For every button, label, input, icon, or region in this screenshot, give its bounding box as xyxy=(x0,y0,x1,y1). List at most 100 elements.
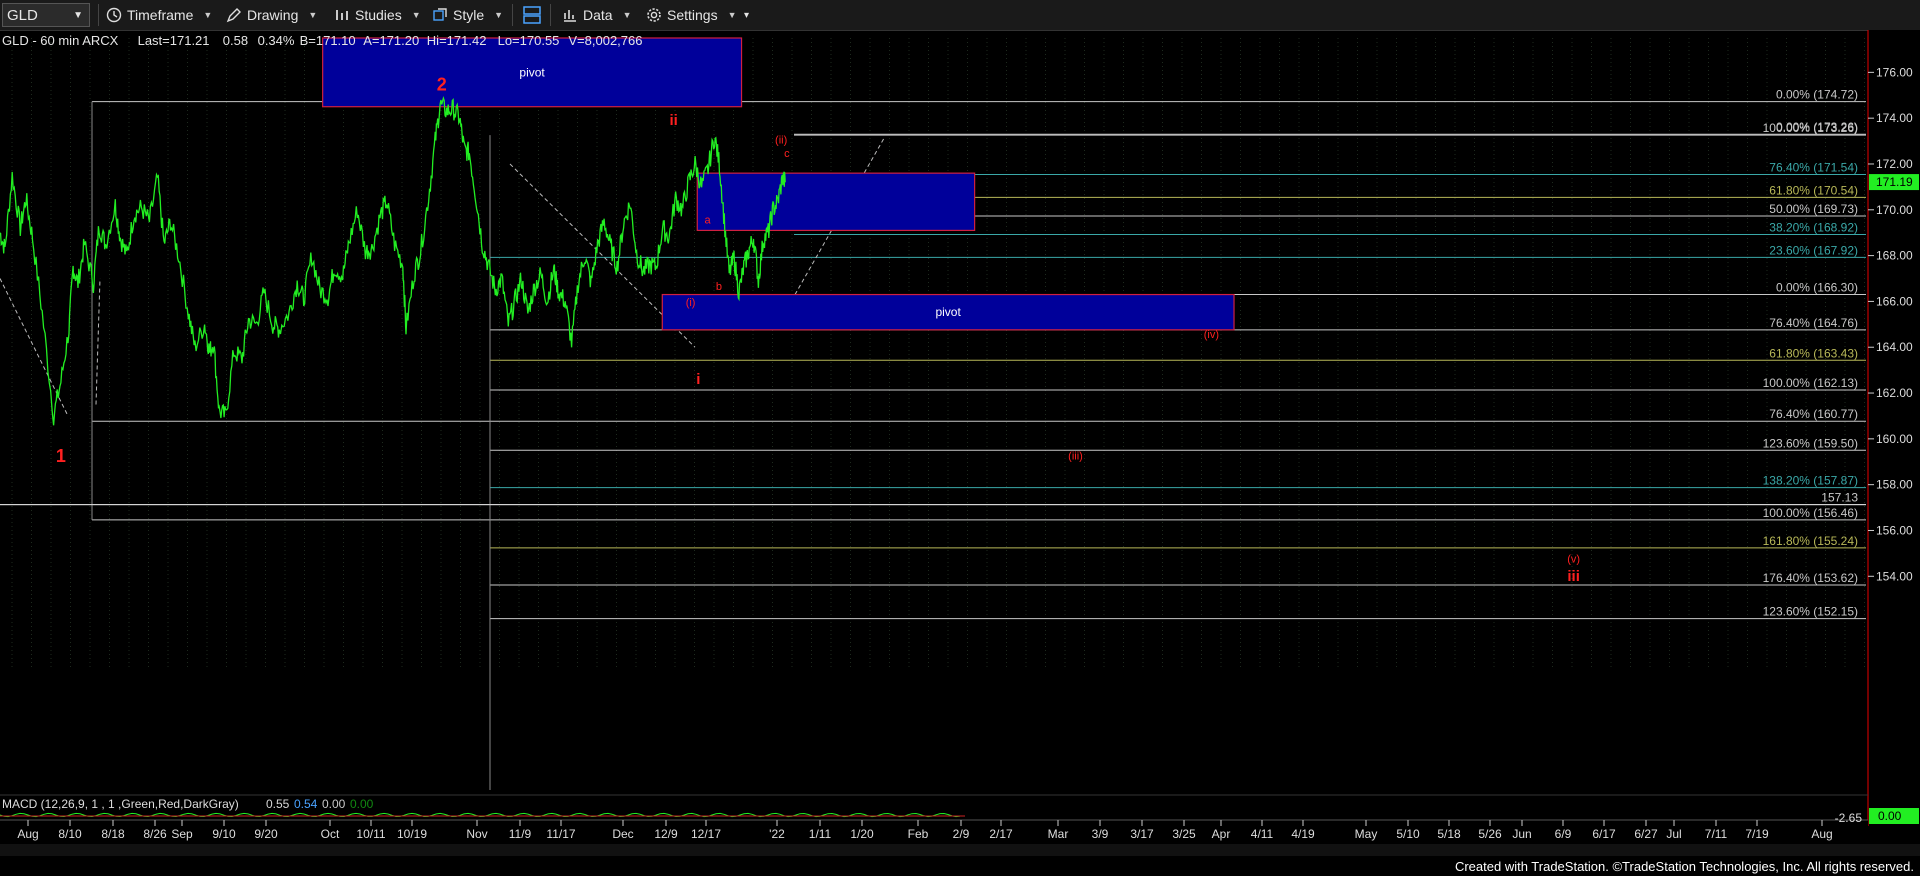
price-tick-label: 172.00 xyxy=(1876,157,1913,171)
macd-value: 0.55 xyxy=(266,797,290,811)
header-value: B=171.10 xyxy=(300,33,356,48)
price-tick-label: 174.00 xyxy=(1876,111,1913,125)
wave-label: (i) xyxy=(686,297,696,309)
fib-label: 123.60% (159.50) xyxy=(1763,436,1858,450)
time-tick-label: Jul xyxy=(1666,827,1681,841)
fib-label: 76.40% (171.54) xyxy=(1769,161,1858,175)
price-tick-label: 176.00 xyxy=(1876,65,1913,79)
fib-label: 157.13 xyxy=(1821,491,1858,505)
macd-low-label: -2.65 xyxy=(1835,811,1863,825)
time-tick-label: 7/11 xyxy=(1705,827,1728,841)
price-tick-label: 162.00 xyxy=(1876,386,1913,400)
time-tick-label: Mar xyxy=(1048,827,1069,841)
price-chart[interactable]: 0.00% (174.72)100.00% (173.26)0.00% (173… xyxy=(0,0,1920,856)
fib-label: 76.40% (164.76) xyxy=(1769,316,1858,330)
fib-label: 100.00% (156.46) xyxy=(1763,506,1858,520)
wave-label: i xyxy=(696,371,700,388)
time-tick-label: 7/19 xyxy=(1745,827,1769,841)
wave-label: (ii) xyxy=(775,134,787,146)
fib-label: 0.00% (174.72) xyxy=(1776,88,1858,102)
fib-label: 161.80% (155.24) xyxy=(1763,534,1858,548)
time-tick-label: May xyxy=(1355,827,1378,841)
wave-label: a xyxy=(705,215,712,227)
macd-tag-label: 0.00 xyxy=(1878,809,1902,823)
time-axis: Aug 8/10 8/18 8/26 Sep 9/10 9/20 Oct 10/11 10/19 N… xyxy=(0,819,1920,856)
time-tick-label: Jun xyxy=(1512,827,1531,841)
fib-label: 176.40% (153.62) xyxy=(1763,571,1858,585)
time-tick-label: 9/20 xyxy=(254,827,278,841)
time-tick-label: Sep xyxy=(171,827,193,841)
last-price-tag-label: 171.19 xyxy=(1876,175,1913,189)
time-tick-label: 10/19 xyxy=(397,827,427,841)
header-value: 0.34% xyxy=(258,33,295,48)
wave-label: (iv) xyxy=(1204,329,1219,341)
target-box xyxy=(696,172,976,232)
fib-label: 100.00% (162.13) xyxy=(1763,376,1858,390)
time-tick-label: 5/18 xyxy=(1437,827,1461,841)
time-tick-label: 4/19 xyxy=(1291,827,1315,841)
price-tick-label: 164.00 xyxy=(1876,340,1913,354)
time-tick-label: '22 xyxy=(769,827,785,841)
header-value: GLD - 60 min ARCX xyxy=(2,33,119,48)
fib-label: 138.20% (157.87) xyxy=(1763,474,1858,488)
time-tick-label: 12/9 xyxy=(654,827,678,841)
fib-label: 0.00% (166.30) xyxy=(1776,281,1858,295)
chart-grid xyxy=(11,38,1865,670)
wave-label: 1 xyxy=(56,446,66,466)
time-tick-label: 8/18 xyxy=(101,827,125,841)
time-tick-label: 6/17 xyxy=(1592,827,1616,841)
price-line xyxy=(0,95,786,426)
price-series xyxy=(0,95,786,426)
footer-credit: Created with TradeStation. ©TradeStation… xyxy=(1454,859,1914,874)
fib-label: 76.40% (160.77) xyxy=(1769,407,1858,421)
wave-label: ii xyxy=(669,112,677,129)
wave-label: (v) xyxy=(1567,554,1580,566)
header-value: Hi=171.42 xyxy=(427,33,487,48)
time-tick-label: 5/26 xyxy=(1478,827,1502,841)
price-tick-label: 160.00 xyxy=(1876,432,1913,446)
time-tick-label: 4/11 xyxy=(1251,827,1274,841)
time-tick-label: 10/11 xyxy=(356,827,385,841)
trend-connector xyxy=(95,278,101,405)
pivot-zones: pivot pivot xyxy=(322,37,1235,331)
fib-label: 38.20% (168.92) xyxy=(1769,221,1858,235)
time-tick-label: 2/9 xyxy=(953,827,970,841)
pivot-zone-label: pivot xyxy=(935,305,961,319)
time-tick-label: 9/10 xyxy=(212,827,236,841)
time-tick-label: 1/11 xyxy=(809,827,832,841)
price-tick-label: 166.00 xyxy=(1876,294,1913,308)
price-tick-label: 156.00 xyxy=(1876,523,1913,537)
time-tick-label: 6/9 xyxy=(1555,827,1572,841)
time-tick-label: 2/17 xyxy=(989,827,1013,841)
header-value: Last=171.21 xyxy=(138,33,210,48)
fib-label: 50.00% (169.73) xyxy=(1769,202,1858,216)
price-axis: 176.00 174.00 172.00 170.00 168.00 166.00 164.… xyxy=(1867,30,1920,856)
time-tick-label: 3/9 xyxy=(1092,827,1109,841)
time-tick-label: Aug xyxy=(1811,827,1832,841)
price-tick-label: 168.00 xyxy=(1876,249,1913,263)
horizontal-scrollbar xyxy=(0,844,1920,856)
header-value: V=8,002,766 xyxy=(568,33,642,48)
time-tick-label: 3/17 xyxy=(1130,827,1154,841)
time-tick-label: Oct xyxy=(321,827,340,841)
fib-label: 61.80% (170.54) xyxy=(1769,183,1858,197)
time-tick-label: 8/10 xyxy=(58,827,82,841)
fib-label: 123.60% (152.15) xyxy=(1763,605,1858,619)
chart-header: GLD - 60 min ARCX Last=171.21 0.58 0.34% B=1… xyxy=(2,33,643,48)
time-tick-label: Dec xyxy=(612,827,633,841)
time-tick-label: Aug xyxy=(17,827,38,841)
header-value: A=171.20 xyxy=(363,33,419,48)
time-tick-label: 3/25 xyxy=(1172,827,1196,841)
time-tick-label: 1/20 xyxy=(850,827,874,841)
fib-label: 0.00% (173.26) xyxy=(1776,120,1858,134)
time-tick-label: Nov xyxy=(466,827,487,841)
time-tick-label: 11/9 xyxy=(509,827,532,841)
header-value: 0.58 xyxy=(223,33,248,48)
time-tick-label: 5/10 xyxy=(1396,827,1420,841)
macd-value: 0.54 xyxy=(294,797,318,811)
time-tick-label: 6/27 xyxy=(1634,827,1658,841)
time-tick-label: Feb xyxy=(908,827,929,841)
macd-value: 0.00 xyxy=(350,797,374,811)
fib-label: 61.80% (163.43) xyxy=(1769,346,1858,360)
price-tick-label: 170.00 xyxy=(1876,203,1913,217)
